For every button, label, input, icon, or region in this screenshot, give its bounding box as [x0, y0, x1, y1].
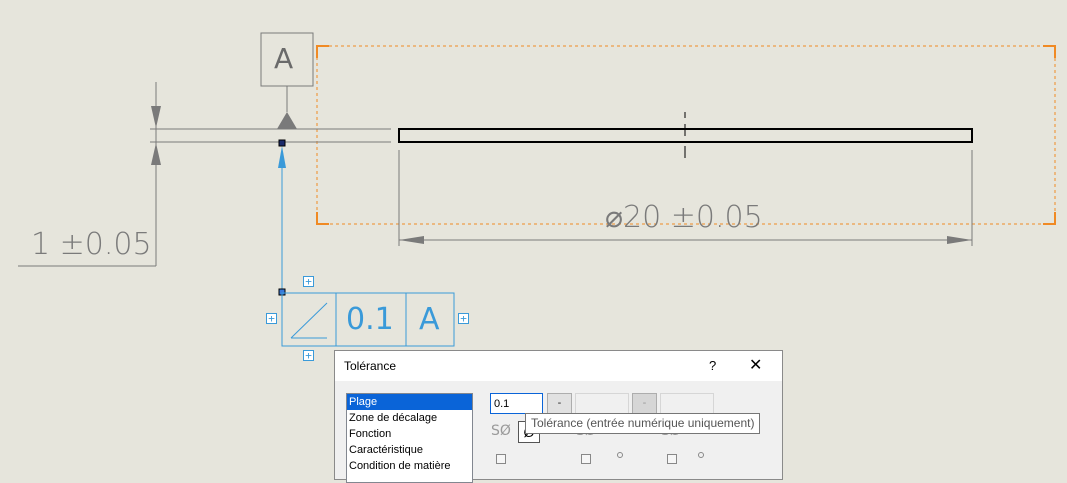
- option-radio-2[interactable]: [617, 452, 623, 458]
- secondary-value-field[interactable]: [575, 393, 629, 414]
- tolerance-type-list[interactable]: Plage Zone de décalage Fonction Caractér…: [346, 393, 473, 483]
- tolerance-value-input[interactable]: [490, 393, 543, 414]
- datum-label: A: [274, 42, 294, 75]
- dash-button-2[interactable]: -: [632, 393, 657, 414]
- fcf-datum-reference[interactable]: A: [419, 305, 440, 335]
- option-checkbox-1[interactable]: [496, 454, 506, 464]
- add-frame-below-button[interactable]: +: [303, 350, 314, 361]
- option-radio-3[interactable]: [698, 452, 704, 458]
- help-button[interactable]: ?: [709, 358, 716, 373]
- list-item-plage[interactable]: Plage: [347, 394, 472, 410]
- option-checkbox-3[interactable]: [667, 454, 677, 464]
- tertiary-value-field[interactable]: [660, 393, 714, 414]
- thickness-dimension-text[interactable]: 1 ±0.05: [31, 230, 152, 260]
- tolerance-tooltip: Tolérance (entrée numérique uniquement): [525, 413, 761, 434]
- spherical-diameter-symbol-1[interactable]: SØ: [491, 423, 511, 439]
- angularity-icon: [290, 302, 328, 339]
- list-item-zone-decalage[interactable]: Zone de décalage: [347, 410, 472, 426]
- dialog-title-bar[interactable]: Tolérance ? ✕: [335, 351, 782, 381]
- dash-button-1[interactable]: -: [547, 393, 572, 414]
- list-item-caracteristique[interactable]: Caractéristique: [347, 442, 472, 458]
- selection-box: [316, 45, 1056, 225]
- extension-lines: [150, 128, 973, 246]
- diameter-dimension-text[interactable]: ⌀20 ±0.05: [605, 203, 763, 233]
- dialog-title: Tolérance: [344, 359, 397, 373]
- add-frame-right-button[interactable]: +: [458, 313, 469, 324]
- fcf-tolerance-value[interactable]: 0.1: [346, 305, 394, 335]
- fcf-leader[interactable]: [278, 139, 286, 296]
- close-icon[interactable]: ✕: [749, 355, 762, 375]
- add-frame-left-button[interactable]: +: [266, 313, 277, 324]
- list-item-fonction[interactable]: Fonction: [347, 426, 472, 442]
- option-checkbox-2[interactable]: [581, 454, 591, 464]
- list-item-condition-matiere[interactable]: Condition de matière: [347, 458, 472, 474]
- diameter-dimension-line[interactable]: [399, 236, 972, 244]
- add-frame-above-button[interactable]: +: [303, 276, 314, 287]
